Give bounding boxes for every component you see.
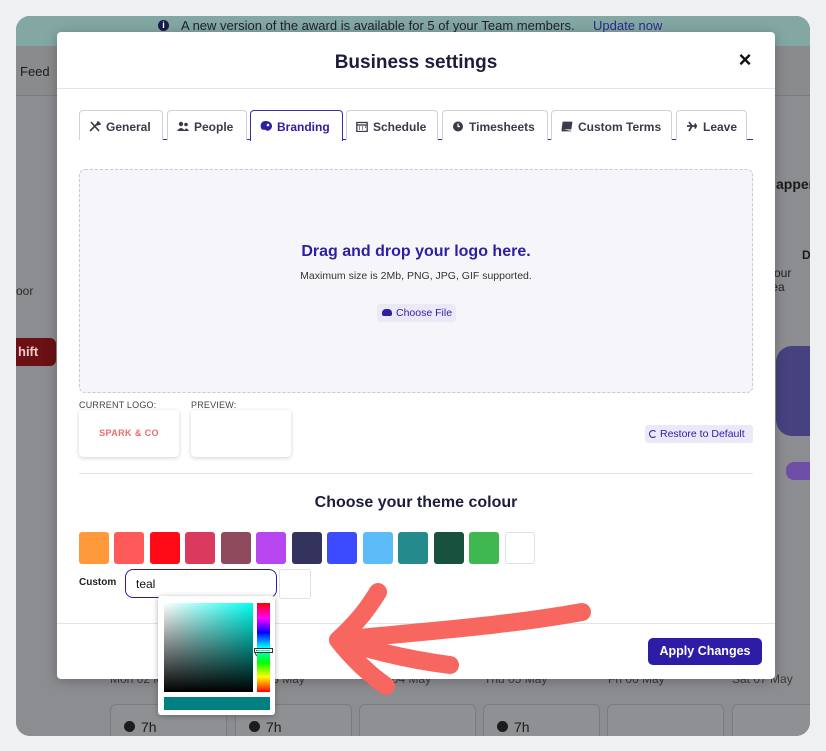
current-logo-label: CURRENT LOGO: [79,400,157,410]
section-divider [79,473,753,474]
shift-hours: 7h [141,719,157,735]
colour-swatch[interactable] [185,532,215,564]
background-illustration-2 [786,462,810,480]
shift-card-empty[interactable] [732,704,810,736]
info-icon: i [158,20,169,31]
tab-general[interactable]: General [79,110,163,140]
restore-label: Restore to Default [660,428,745,440]
clock-icon [249,721,260,732]
people-icon [177,121,189,132]
shift-card-empty[interactable] [359,704,476,736]
tab-label: Branding [277,120,330,134]
choose-file-button[interactable]: Choose File [377,304,456,322]
settings-tabs: General People Branding Schedule Timeshe… [79,110,753,141]
restore-default-button[interactable]: Restore to Default [645,425,753,443]
calendar-icon [356,121,368,133]
annotation-arrow [329,583,591,695]
tab-label: People [194,120,234,134]
colour-swatch[interactable] [398,532,428,564]
theme-colour-title: Choose your theme colour [314,494,518,511]
arrow-body [329,583,591,695]
shift-hours: 7h [514,719,530,735]
tab-leave[interactable]: Leave [676,110,747,140]
colour-swatch[interactable] [114,532,144,564]
tab-label: Timesheets [469,120,535,134]
colour-swatch[interactable] [79,532,109,564]
hue-slider[interactable] [257,603,270,692]
dropzone-title: Drag and drop your logo here. [301,243,531,260]
hue-handle[interactable] [255,649,272,652]
colour-picker-popover [158,596,275,715]
update-now-link[interactable]: Update now [593,18,662,33]
close-button[interactable]: × [735,49,755,71]
restore-icon [649,430,657,438]
clock-icon [124,721,135,732]
shift-card[interactable]: 7h [483,704,600,736]
tab-branding[interactable]: Branding [250,110,343,141]
apply-changes-button[interactable]: Apply Changes [648,638,762,665]
tools-icon [89,120,102,132]
cloud-upload-icon [382,309,392,316]
tab-schedule[interactable]: Schedule [346,110,438,140]
book-icon [561,121,573,132]
colour-swatch[interactable] [292,532,322,564]
colour-swatch[interactable] [256,532,286,564]
add-shift-button[interactable]: hift [16,338,56,366]
tab-people[interactable]: People [167,110,247,140]
current-logo: SPARK & CO [79,410,179,457]
tab-timesheets[interactable]: Timesheets [442,110,548,140]
colour-swatch[interactable] [363,532,393,564]
header-divider [57,88,775,89]
colour-swatch-white[interactable] [505,532,535,564]
clock-icon [452,121,464,132]
background-floor-text: oor [16,284,34,298]
custom-colour-label: Custom [79,577,117,588]
tab-custom-terms[interactable]: Custom Terms [551,110,672,140]
tab-label: General [106,120,151,134]
shift-card-empty[interactable] [607,704,724,736]
picked-colour-swatch [164,697,270,710]
colour-swatch[interactable] [327,532,357,564]
preview-label: PREVIEW: [191,400,237,410]
background-right-d: D [802,248,810,262]
colour-swatch[interactable] [434,532,464,564]
saturation-area[interactable] [164,603,262,692]
current-logo-text: SPARK & CO [99,428,159,438]
background-right-title: appen [776,176,810,192]
tab-label: Schedule [373,120,427,134]
custom-colour-input[interactable] [125,569,277,598]
logo-preview [191,410,291,457]
plane-icon [686,121,698,132]
logo-dropzone[interactable]: Drag and drop your logo here. Maximum si… [79,169,753,393]
shift-hours: 7h [266,719,282,735]
nav-feed[interactable]: Feed [20,64,50,79]
background-illustration [776,346,810,436]
clock-icon [497,721,508,732]
palette-icon [260,121,272,132]
colour-swatch[interactable] [150,532,180,564]
choose-file-label: Choose File [396,307,453,319]
colour-swatch[interactable] [469,532,499,564]
modal-title: Business settings [334,52,498,73]
banner-message: A new version of the award is available … [181,18,575,33]
tab-label: Leave [703,120,738,134]
colour-swatch[interactable] [221,532,251,564]
dropzone-subtitle: Maximum size is 2Mb, PNG, JPG, GIF suppo… [300,270,532,282]
tab-label: Custom Terms [578,120,662,134]
